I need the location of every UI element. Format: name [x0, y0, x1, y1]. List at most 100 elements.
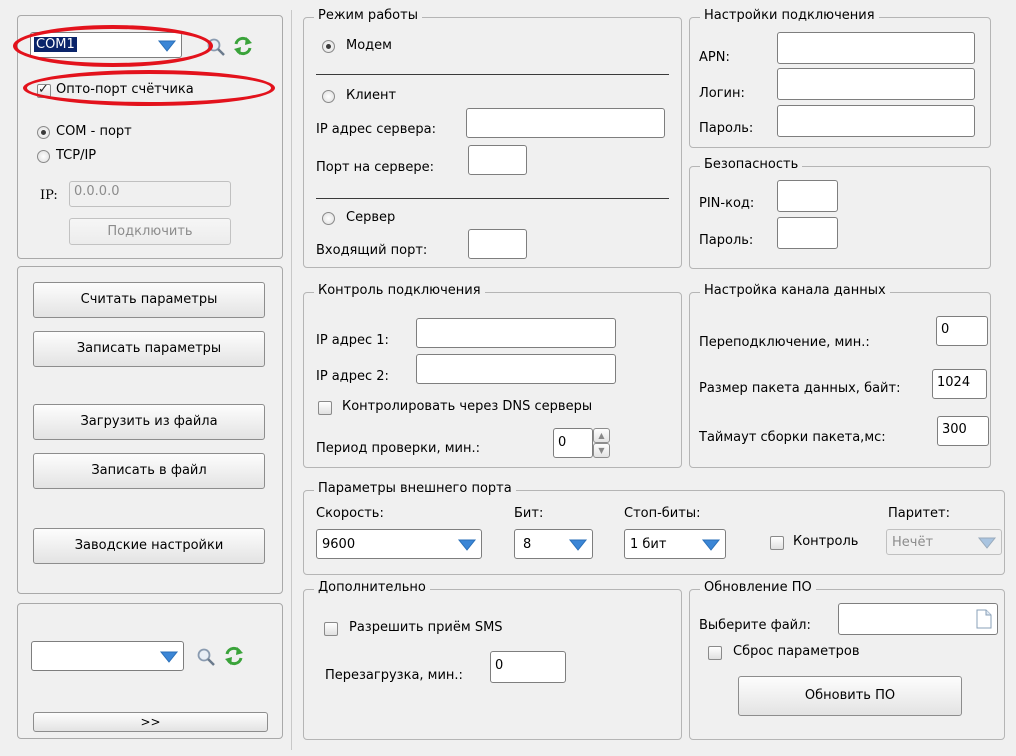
incoming-port-field[interactable] [468, 229, 527, 259]
security-group: Безопасность [689, 157, 991, 269]
server-ip-label: IP адрес сервера: [316, 122, 436, 137]
stopbits-value: 1 бит [630, 537, 667, 552]
bits-label: Бит: [514, 506, 544, 521]
ip-field[interactable]: 0.0.0.0 [69, 181, 231, 207]
write-params-label: Записать параметры [76, 341, 222, 356]
ip2-label: IP адрес 2: [316, 369, 389, 384]
load-from-file-button[interactable]: Загрузить из файла [33, 404, 265, 440]
server-radio[interactable] [322, 212, 335, 225]
external-port-title: Параметры внешнего порта [314, 481, 516, 496]
client-radio[interactable] [322, 90, 335, 103]
server-ip-field[interactable] [466, 108, 665, 138]
parity-label: Паритет: [888, 506, 950, 521]
read-params-button[interactable]: Считать параметры [33, 282, 265, 318]
connection-control-title: Контроль подключения [314, 283, 485, 298]
chevron-down-icon [159, 651, 179, 663]
server-label: Сервер [346, 210, 396, 225]
password-label: Пароль: [699, 121, 754, 136]
stopbits-select[interactable]: 1 бит [624, 529, 726, 559]
timeout-value: 300 [942, 422, 967, 437]
secondary-port-select[interactable] [31, 641, 184, 671]
com-port-radio-label: COM - порт [56, 124, 132, 139]
tcpip-radio[interactable] [37, 150, 50, 163]
dns-check-label: Контролировать через DNS серверы [342, 399, 593, 414]
apn-field[interactable] [777, 32, 975, 64]
dns-check-checkbox[interactable] [318, 401, 332, 415]
connect-button[interactable]: Подключить [69, 218, 231, 245]
load-from-file-label: Загрузить из файла [80, 414, 218, 429]
security-password-label: Пароль: [699, 233, 754, 248]
file-icon[interactable] [976, 609, 992, 629]
speed-label: Скорость: [316, 506, 384, 521]
mode-divider [316, 198, 669, 199]
period-value: 0 [558, 435, 567, 450]
flow-control-label: Контроль [793, 534, 859, 549]
additional-title: Дополнительно [314, 580, 430, 595]
period-spin-up[interactable]: ▲ [593, 428, 610, 443]
refresh-icon[interactable] [232, 35, 254, 57]
ip-label: IP: [40, 188, 58, 203]
packet-size-field[interactable]: 1024 [932, 369, 987, 399]
sms-checkbox[interactable] [324, 622, 338, 636]
factory-settings-label: Заводские настройки [74, 538, 224, 553]
ip2-field[interactable] [416, 354, 616, 384]
chevron-down-icon [457, 539, 477, 551]
period-spinbox[interactable]: 0 [553, 428, 593, 458]
bits-value: 8 [523, 537, 532, 552]
ip1-label: IP адрес 1: [316, 333, 389, 348]
client-label: Клиент [346, 88, 397, 103]
choose-file-label: Выберите файл: [699, 618, 811, 633]
timeout-field[interactable]: 300 [937, 416, 989, 446]
write-params-button[interactable]: Записать параметры [33, 331, 265, 367]
reconnect-label: Переподключение, мин.: [699, 335, 870, 350]
com-port-radio[interactable] [37, 126, 50, 139]
read-params-label: Считать параметры [80, 292, 218, 307]
login-field[interactable] [777, 68, 975, 100]
chevron-down-icon [701, 539, 721, 551]
chevron-down-icon [977, 537, 997, 549]
highlight-ring-com [13, 25, 213, 67]
reconnect-field[interactable]: 0 [936, 316, 988, 346]
login-label: Логин: [699, 86, 745, 101]
password-field[interactable] [777, 105, 975, 137]
pin-field[interactable] [777, 180, 838, 212]
ip-value: 0.0.0.0 [74, 184, 120, 199]
expand-button[interactable]: >> [33, 712, 268, 732]
refresh-icon[interactable] [223, 645, 245, 667]
apn-label: APN: [699, 50, 730, 65]
speed-select[interactable]: 9600 [316, 529, 482, 559]
update-firmware-button[interactable]: Обновить ПО [738, 676, 962, 716]
pin-label: PIN-код: [699, 196, 755, 211]
packet-size-label: Размер пакета данных, байт: [699, 381, 901, 396]
update-firmware-label: Обновить ПО [804, 688, 896, 703]
connect-button-label: Подключить [107, 224, 193, 239]
security-title: Безопасность [700, 157, 803, 172]
parity-select[interactable]: Нечёт [886, 529, 1002, 555]
write-to-file-label: Записать в файл [91, 463, 207, 478]
firmware-update-title: Обновление ПО [700, 580, 816, 595]
chevron-down-icon [568, 539, 588, 551]
packet-size-value: 1024 [937, 375, 971, 390]
security-password-field[interactable] [777, 217, 838, 249]
stopbits-label: Стоп-биты: [624, 506, 701, 521]
flow-control-checkbox[interactable] [770, 536, 784, 550]
sms-label: Разрешить приём SMS [349, 620, 503, 635]
search-icon[interactable] [196, 647, 216, 667]
timeout-label: Таймаут сборки пакета,мс: [699, 430, 886, 445]
file-field[interactable] [838, 603, 998, 635]
period-spin-down[interactable]: ▼ [593, 443, 610, 458]
connection-settings-title: Настройки подключения [700, 8, 879, 23]
write-to-file-button[interactable]: Записать в файл [33, 453, 265, 489]
incoming-port-label: Входящий порт: [316, 243, 428, 258]
modem-radio[interactable] [322, 40, 335, 53]
mode-group-title: Режим работы [314, 8, 422, 23]
ip1-field[interactable] [416, 318, 616, 348]
server-port-field[interactable] [468, 145, 527, 175]
factory-settings-button[interactable]: Заводские настройки [33, 528, 265, 564]
highlight-ring-opto [23, 70, 275, 106]
reboot-field[interactable]: 0 [490, 651, 566, 683]
data-channel-title: Настройка канала данных [700, 283, 890, 298]
reset-params-checkbox[interactable] [708, 646, 722, 660]
reconnect-value: 0 [941, 322, 950, 337]
bits-select[interactable]: 8 [514, 529, 593, 559]
